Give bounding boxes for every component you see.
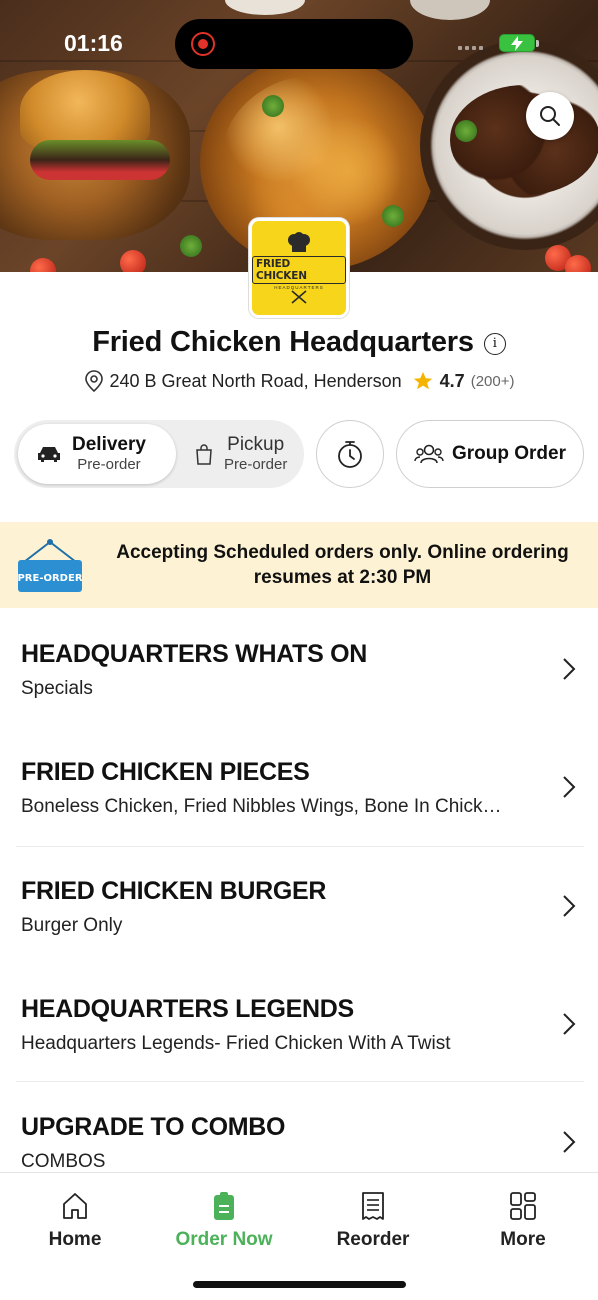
group-order-label: Group Order: [451, 443, 566, 464]
search-button[interactable]: [526, 92, 574, 140]
location-pin-icon: [84, 370, 103, 392]
nav-order-now-label: Order Now: [175, 1229, 273, 1250]
chevron-right-icon: [563, 1013, 576, 1035]
signal-icon: [458, 46, 483, 50]
schedule-button[interactable]: [316, 420, 384, 488]
pickup-label: Pickup: [227, 433, 285, 455]
delivery-label: Delivery: [72, 433, 146, 455]
category-subtitle: COMBOS: [21, 1151, 106, 1172]
order-icon: [214, 1192, 234, 1220]
group-icon: [414, 444, 444, 464]
nav-more-label: More: [500, 1229, 546, 1250]
menu-category[interactable]: FRIED CHICKEN BURGER Burger Only: [0, 847, 598, 965]
category-title: HEADQUARTERS WHATS ON: [21, 640, 368, 668]
preorder-banner: PRE-ORDER Accepting Scheduled orders onl…: [0, 522, 598, 608]
menu-category[interactable]: FRIED CHICKEN PIECES Boneless Chicken, F…: [0, 728, 598, 846]
category-subtitle: Specials: [21, 678, 93, 699]
category-title: HEADQUARTERS LEGENDS: [21, 995, 354, 1023]
chevron-right-icon: [563, 658, 576, 680]
nav-reorder[interactable]: Reorder: [313, 1191, 433, 1251]
banner-message: Accepting Scheduled orders only. Online …: [116, 542, 569, 588]
pickup-option[interactable]: Pickup Pre-order: [182, 424, 300, 484]
preorder-sign-icon: PRE-ORDER: [17, 539, 83, 592]
info-icon[interactable]: i: [483, 332, 506, 355]
category-title: FRIED CHICKEN BURGER: [21, 877, 327, 905]
receipt-icon: [362, 1192, 384, 1220]
car-icon: [38, 447, 60, 462]
menu-category[interactable]: HEADQUARTERS WHATS ON Specials: [0, 610, 598, 728]
home-icon: [63, 1193, 87, 1219]
pickup-sublabel: Pre-order: [224, 456, 288, 474]
recording-icon: [191, 32, 215, 56]
grid-icon: [510, 1192, 536, 1220]
nav-more[interactable]: More: [463, 1191, 583, 1251]
nav-home-label: Home: [48, 1229, 102, 1250]
store-name: Fried Chicken Headquarters: [92, 326, 474, 358]
fork-knife-icon: [291, 290, 307, 304]
rating-count: (200+): [470, 372, 515, 390]
timer-icon: [338, 441, 362, 468]
store-address-row: 240 B Great North Road, Henderson 4.7 (2…: [0, 370, 598, 392]
battery-charging-icon: [499, 34, 539, 52]
rating-value: 4.7: [439, 370, 465, 391]
menu-category[interactable]: HEADQUARTERS LEGENDS Headquarters Legend…: [0, 965, 598, 1083]
store-logo: FRIED CHICKEN HEADQUARTERS: [249, 218, 349, 318]
chevron-right-icon: [563, 895, 576, 917]
chevron-right-icon: [563, 1131, 576, 1153]
home-indicator: [193, 1281, 406, 1288]
divider: [16, 1081, 584, 1082]
search-icon: [540, 106, 560, 126]
chef-hat-icon: [288, 232, 310, 252]
delivery-sublabel: Pre-order: [77, 456, 141, 474]
preorder-sign-text: PRE-ORDER: [17, 573, 82, 584]
group-order-button[interactable]: Group Order: [396, 420, 584, 488]
nav-order-now[interactable]: Order Now: [164, 1191, 284, 1251]
category-title: UPGRADE TO COMBO: [21, 1113, 286, 1141]
category-title: FRIED CHICKEN PIECES: [21, 758, 310, 786]
chevron-right-icon: [563, 776, 576, 798]
store-address: 240 B Great North Road, Henderson: [109, 370, 402, 391]
nav-reorder-label: Reorder: [336, 1229, 410, 1250]
star-icon: [413, 371, 432, 390]
category-subtitle: Headquarters Legends- Fried Chicken With…: [21, 1033, 451, 1054]
dynamic-island: [175, 19, 413, 69]
category-subtitle: Burger Only: [21, 915, 123, 936]
delivery-option[interactable]: Delivery Pre-order: [18, 424, 176, 484]
order-mode-toggle: Delivery Pre-order Pickup Pre-order: [14, 420, 304, 488]
category-subtitle: Boneless Chicken, Fried Nibbles Wings, B…: [21, 796, 502, 817]
store-header: Fried Chicken Headquarters i: [0, 326, 598, 359]
logo-text: FRIED CHICKEN: [252, 256, 346, 284]
nav-home[interactable]: Home: [15, 1191, 135, 1251]
status-time: 01:16: [64, 30, 123, 56]
shopping-bag-icon: [196, 444, 212, 465]
